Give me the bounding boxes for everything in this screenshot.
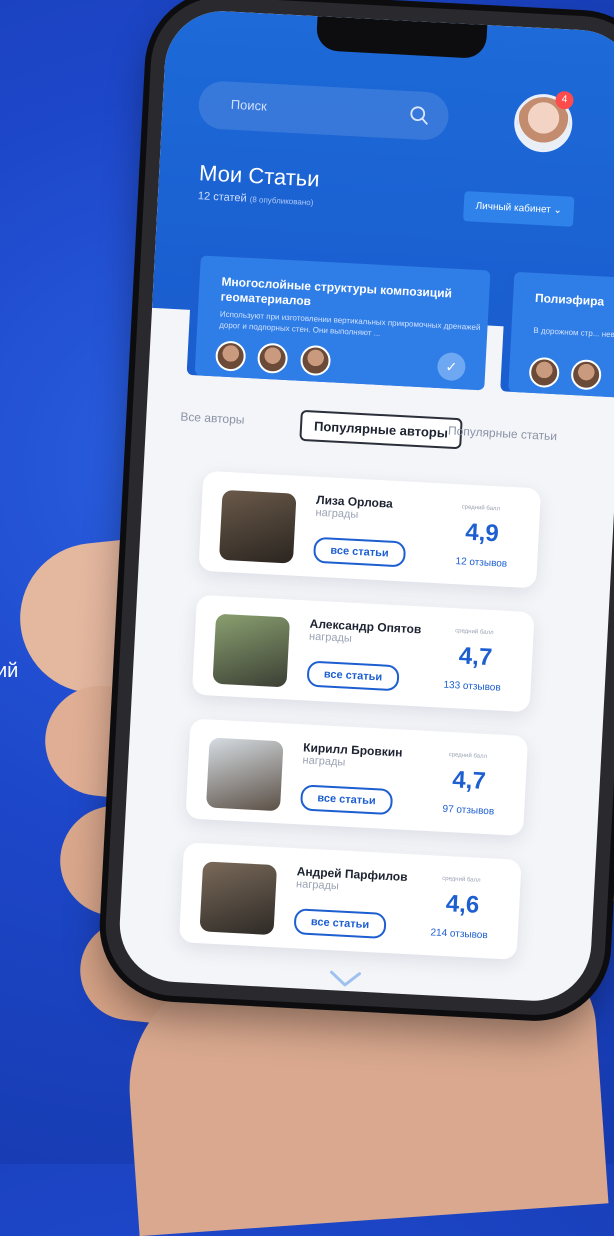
author-reviews[interactable]: 214 отзывов <box>430 927 488 941</box>
notification-badge: 4 <box>555 90 574 110</box>
author-awards: награды <box>315 506 359 521</box>
author-photo <box>205 737 284 812</box>
all-articles-button[interactable]: все статьи <box>299 784 394 816</box>
author-reviews[interactable]: 97 отзывов <box>442 804 494 818</box>
card-avatar-group <box>214 340 340 381</box>
card-avatar-group <box>528 356 610 396</box>
rating-label: средний балл <box>442 875 481 884</box>
article-card-title: Полиэфира <box>534 290 605 309</box>
page-subtitle: 12 статей (8 опубликовано) <box>198 190 314 208</box>
author-awards: награды <box>308 630 353 645</box>
chevron-down-icon[interactable] <box>327 968 364 990</box>
all-articles-button[interactable]: все статьи <box>312 536 407 568</box>
avatar <box>528 356 560 389</box>
all-articles-button[interactable]: все статьи <box>293 908 387 939</box>
author-rating: 4,7 <box>458 642 493 672</box>
avatar <box>299 344 332 377</box>
rating-label: средний балл <box>461 504 501 513</box>
all-articles-button[interactable]: все статьи <box>306 660 400 692</box>
search-placeholder: Поиск <box>230 96 268 114</box>
rating-label: средний балл <box>448 752 488 761</box>
article-card[interactable]: Полиэфира В дорожном стр... невой систем… <box>508 271 614 399</box>
search-input[interactable]: Поиск <box>197 80 450 142</box>
page-title: Мои Статьи <box>198 160 321 192</box>
phone-frame: Поиск 4 Мои Статьи 12 статей (8 опублико… <box>102 0 614 1019</box>
author-awards: награды <box>295 878 340 893</box>
phone-screen: Поиск 4 Мои Статьи 12 статей (8 опублико… <box>116 8 614 1004</box>
author-rating: 4,6 <box>445 890 480 919</box>
author-photo <box>212 613 291 688</box>
avatar <box>257 342 289 375</box>
author-photo <box>218 489 297 564</box>
tab-popular-articles[interactable]: Популярные статьи <box>448 424 558 444</box>
author-reviews[interactable]: 133 отзывов <box>443 680 501 694</box>
author-photo <box>199 861 278 936</box>
author-rating: 4,9 <box>464 518 500 548</box>
author-card[interactable]: Андрей Парфилов награды все статьи средн… <box>178 842 522 960</box>
avatar <box>214 340 247 372</box>
search-icon[interactable] <box>408 104 431 127</box>
personal-cabinet-button[interactable]: Личный кабинет ⌄ <box>463 191 575 227</box>
author-rating: 4,7 <box>451 766 487 795</box>
author-tabs: Все авторы Популярные авторы Популярные … <box>180 404 601 456</box>
author-card[interactable]: Александр Опятов награды все статьи сред… <box>191 594 535 713</box>
article-card-description: В дорожном стр... невой системы д... <box>533 325 614 342</box>
tab-all-authors[interactable]: Все авторы <box>180 410 245 427</box>
check-icon[interactable]: ✓ <box>436 351 467 382</box>
tab-popular-authors[interactable]: Популярные авторы <box>299 409 463 450</box>
article-count: 12 статей <box>197 190 247 205</box>
author-card[interactable]: Кирилл Бровкин награды все статьи средни… <box>185 718 529 837</box>
author-reviews[interactable]: 12 отзывов <box>455 556 507 570</box>
article-card[interactable]: Многослойные структуры композиций геомат… <box>194 255 491 391</box>
published-count: (8 опубликовано) <box>249 194 314 208</box>
background-text: ий <box>0 660 19 682</box>
author-awards: награды <box>302 754 346 769</box>
rating-label: средний балл <box>455 628 494 637</box>
avatar <box>570 358 603 391</box>
author-card[interactable]: Лиза Орлова награды все статьи средний б… <box>198 470 542 589</box>
